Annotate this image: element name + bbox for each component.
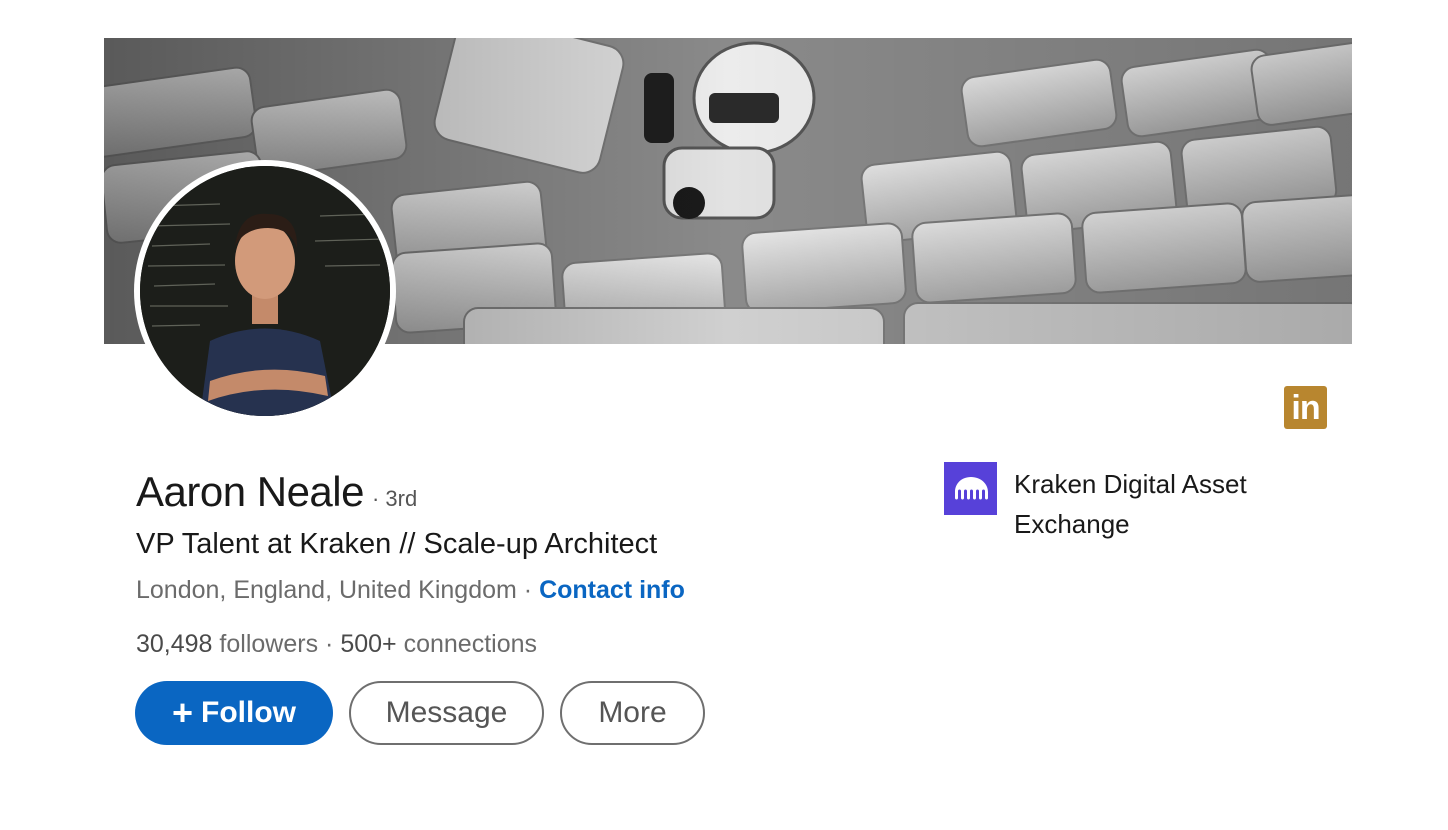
followers-label: followers: [219, 630, 319, 658]
profile-location: London, England, United Kingdom: [136, 576, 517, 604]
stats-separator: ·: [325, 630, 341, 658]
linkedin-icon: in: [1284, 386, 1327, 429]
profile-actions: + Follow Message More: [135, 681, 705, 745]
message-button[interactable]: Message: [349, 681, 544, 745]
more-button[interactable]: More: [560, 681, 705, 745]
location-row: London, England, United Kingdom · Contac…: [136, 576, 685, 605]
profile-name-row: Aaron Neale · 3rd: [136, 468, 417, 516]
profile-headline: VP Talent at Kraken // Scale-up Architec…: [136, 528, 658, 560]
follow-button[interactable]: + Follow: [135, 681, 333, 745]
profile-card: in Aaron Neale · 3rd VP Talent at Kraken…: [0, 0, 1448, 830]
location-separator: ·: [516, 576, 540, 604]
current-company[interactable]: Kraken Digital Asset Exchange: [944, 462, 1314, 544]
stats-row: 30,498 followers · 500+ connections: [136, 630, 537, 659]
company-name: Kraken Digital Asset Exchange: [1014, 469, 1247, 539]
connections-count: 500+: [340, 630, 397, 658]
profile-name: Aaron Neale: [136, 468, 364, 515]
connection-degree: · 3rd: [371, 486, 418, 511]
contact-info-link[interactable]: Contact info: [539, 576, 685, 604]
message-label: Message: [385, 696, 508, 729]
avatar: [140, 166, 390, 416]
plus-icon: +: [171, 692, 194, 733]
followers-count: 30,498: [136, 630, 213, 658]
profile-photo[interactable]: [134, 160, 396, 422]
follow-label: Follow: [201, 696, 296, 729]
connections-label: connections: [403, 630, 538, 658]
more-label: More: [598, 696, 667, 729]
kraken-logo-icon: [944, 462, 997, 515]
